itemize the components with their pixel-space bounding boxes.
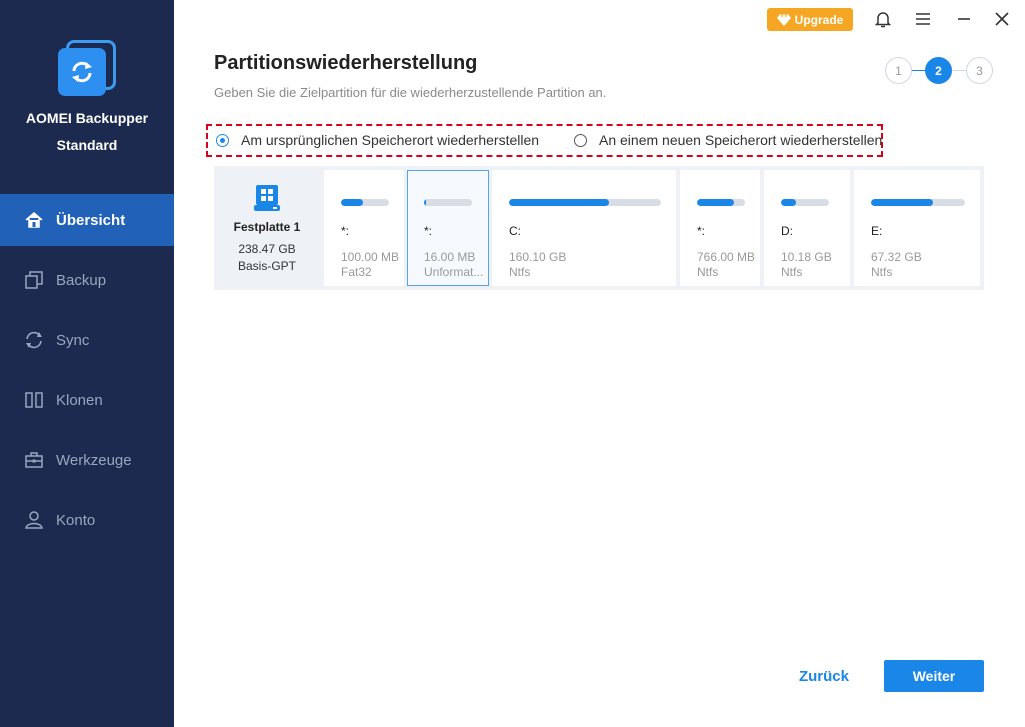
partition-size: 766.00 MB bbox=[697, 250, 756, 264]
partition-label: C: bbox=[509, 224, 521, 238]
disk-type: Basis-GPT bbox=[237, 259, 296, 273]
radio-original[interactable] bbox=[216, 133, 229, 147]
sidebar-item-label: Klonen bbox=[56, 391, 103, 409]
step-3: 3 bbox=[966, 57, 993, 84]
partition-size: 10.18 GB bbox=[781, 250, 832, 264]
partition-label: *: bbox=[341, 224, 350, 238]
sidebar-item-label: Sync bbox=[56, 331, 90, 349]
disk-size: 238.47 GB bbox=[238, 242, 296, 256]
sidebar-item-overview[interactable]: Übersicht bbox=[0, 194, 174, 246]
sidebar: AOMEI Backupper Standard Übersicht Backu… bbox=[0, 0, 174, 727]
partition-filesystem: Ntfs bbox=[781, 265, 803, 279]
page-title: Partitionswiederherstellung bbox=[214, 52, 478, 74]
partition-label: E: bbox=[871, 224, 883, 238]
sidebar-item-clone[interactable]: Klonen bbox=[0, 374, 174, 426]
partition-card-selected[interactable]: *: 16.00 MB Unformat... bbox=[407, 170, 489, 286]
sync-icon bbox=[26, 331, 42, 349]
backup-icon bbox=[25, 271, 43, 289]
menu-icon[interactable] bbox=[913, 9, 933, 29]
partition-card[interactable]: *: 100.00 MB Fat32 bbox=[324, 170, 404, 286]
step-connector bbox=[912, 70, 925, 71]
sidebar-nav: Übersicht Backup Sync Klonen Werkzeuge K… bbox=[0, 194, 174, 554]
upgrade-label: Upgrade bbox=[794, 12, 844, 27]
partition-label: D: bbox=[781, 224, 793, 238]
diamond-icon bbox=[776, 13, 791, 26]
partition-card[interactable]: C: 160.10 GB Ntfs bbox=[492, 170, 676, 286]
partition-filesystem: Unformat... bbox=[424, 265, 484, 279]
partition-filesystem: Ntfs bbox=[509, 265, 531, 279]
toolbox-icon bbox=[25, 452, 43, 468]
usage-bar bbox=[871, 199, 934, 206]
sidebar-item-sync[interactable]: Sync bbox=[0, 314, 174, 366]
partition-size: 67.32 GB bbox=[871, 250, 922, 264]
disk-name: Festplatte 1 bbox=[233, 220, 301, 234]
option-new-location[interactable]: An einem neuen Speicherort wiederherstel… bbox=[574, 132, 882, 148]
usage-bar bbox=[509, 199, 610, 206]
disk-card: Festplatte 1 238.47 GB Basis-GPT bbox=[214, 166, 320, 290]
minimize-icon[interactable] bbox=[954, 9, 974, 29]
step-1: 1 bbox=[885, 57, 912, 84]
partition-filesystem: Ntfs bbox=[697, 265, 719, 279]
upgrade-button[interactable]: Upgrade bbox=[767, 8, 853, 31]
step-connector bbox=[952, 70, 966, 71]
app-edition: Standard bbox=[56, 137, 118, 153]
step-2: 2 bbox=[925, 57, 952, 84]
back-button[interactable]: Zurück bbox=[784, 660, 864, 692]
usage-bar bbox=[424, 199, 427, 206]
sidebar-item-backup[interactable]: Backup bbox=[0, 254, 174, 306]
page-subtitle: Geben Sie die Zielpartition für die wied… bbox=[214, 85, 607, 100]
app-name: AOMEI Backupper bbox=[25, 110, 149, 126]
user-icon bbox=[25, 511, 43, 529]
partition-label: *: bbox=[424, 224, 433, 238]
usage-bar bbox=[781, 199, 797, 206]
option-original-label: Am ursprünglichen Speicherort wiederhers… bbox=[241, 132, 540, 148]
partition-size: 160.10 GB bbox=[509, 250, 567, 264]
partition-card[interactable]: D: 10.18 GB Ntfs bbox=[764, 170, 850, 286]
windows-disk-icon bbox=[254, 185, 280, 211]
clone-icon bbox=[25, 392, 43, 408]
disk-partition-map: Festplatte 1 238.47 GB Basis-GPT *: 100.… bbox=[214, 166, 984, 290]
sidebar-item-label: Konto bbox=[56, 511, 96, 529]
partition-filesystem: Fat32 bbox=[341, 265, 372, 279]
partition-filesystem: Ntfs bbox=[871, 265, 893, 279]
close-icon[interactable] bbox=[992, 9, 1012, 29]
radio-new[interactable] bbox=[574, 133, 587, 147]
sidebar-item-account[interactable]: Konto bbox=[0, 494, 174, 546]
sidebar-item-label: Backup bbox=[56, 271, 107, 289]
sidebar-item-tools[interactable]: Werkzeuge bbox=[0, 434, 174, 486]
usage-bar bbox=[341, 199, 363, 206]
home-icon bbox=[25, 212, 43, 228]
sync-arrows-icon bbox=[72, 61, 92, 83]
app-logo bbox=[58, 40, 116, 98]
sidebar-item-label: Werkzeuge bbox=[56, 451, 132, 469]
usage-bar bbox=[697, 199, 735, 206]
option-original-location[interactable]: Am ursprünglichen Speicherort wiederhers… bbox=[216, 132, 539, 148]
partition-label: *: bbox=[697, 224, 706, 238]
partition-card[interactable]: E: 67.32 GB Ntfs bbox=[854, 170, 980, 286]
partition-size: 16.00 MB bbox=[424, 250, 476, 264]
sidebar-item-label: Übersicht bbox=[56, 211, 126, 229]
option-new-label: An einem neuen Speicherort wiederherstel… bbox=[599, 132, 883, 148]
next-button[interactable]: Weiter bbox=[884, 660, 984, 692]
partition-size: 100.00 MB bbox=[341, 250, 400, 264]
notification-bell-icon[interactable] bbox=[873, 9, 893, 29]
partition-card[interactable]: *: 766.00 MB Ntfs bbox=[680, 170, 760, 286]
